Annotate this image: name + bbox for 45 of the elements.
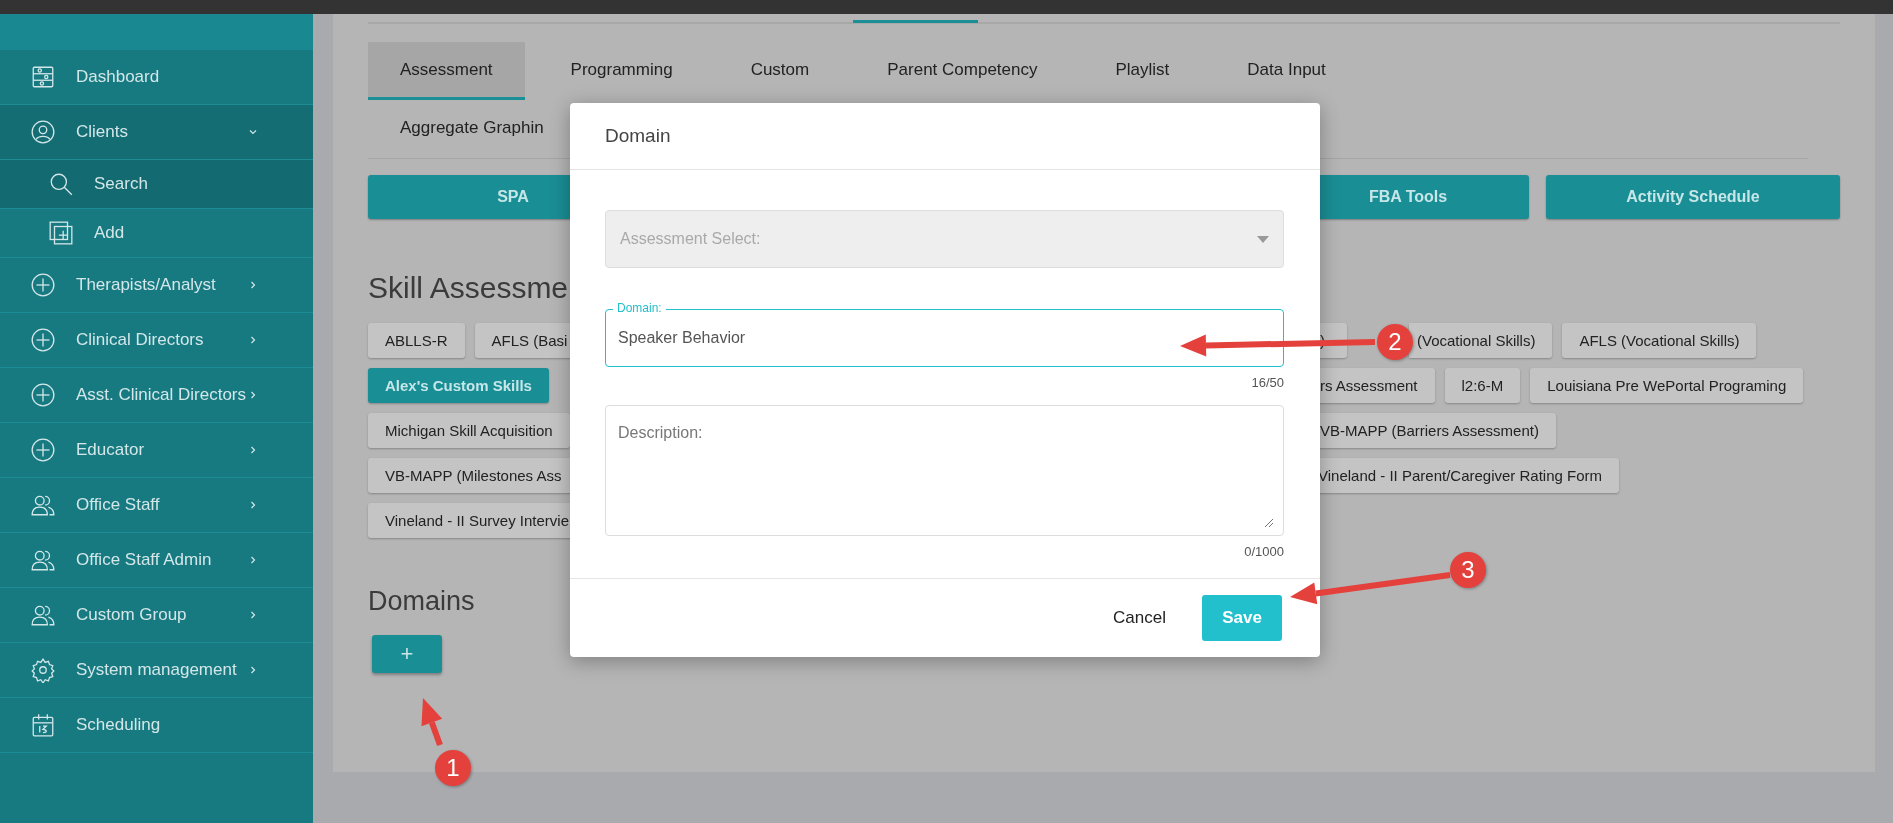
description-field[interactable]: Description: [605,405,1284,536]
tab[interactable]: Parent Competency [855,42,1070,100]
chevron-icon [248,500,258,510]
section-title: Domains [368,586,475,617]
annotation-arrow [421,698,443,747]
chevron-icon [248,555,258,565]
tab[interactable]: Programming [538,42,705,100]
chevron-icon [248,665,258,675]
sidebar-item[interactable]: Clients [0,105,313,160]
tab[interactable]: Playlist [1083,42,1202,100]
user-icon [30,119,56,145]
dashboard-icon [30,64,56,90]
resize-grip-icon [1264,518,1274,528]
chevron-icon [248,280,258,290]
plus-circle-icon [30,272,56,298]
tab[interactable]: Assessment [368,42,525,100]
assessment-chip[interactable]: (Vocational Skills) [1409,323,1553,358]
calendar-icon [30,712,56,738]
field-label: Domain: [613,302,666,315]
assessment-chip[interactable]: l2:6-M [1444,368,1521,403]
search-icon [48,171,74,197]
chevron-icon [248,445,258,455]
assessment-chip[interactable]: Michigan Skill Acquisition [368,413,570,448]
tab[interactable]: Custom [718,42,842,100]
character-counter: 0/1000 [1244,544,1284,560]
character-counter: 16/50 [1251,375,1284,391]
dialog-title: Domain [605,125,671,147]
chevron-icon [248,127,258,137]
sidebar-subitem[interactable]: Add [0,209,313,258]
assessment-chip[interactable]: AFLS (Vocational Skills) [1562,323,1757,358]
assessment-chip[interactable]: Louisiana Pre WePortal Programing [1530,368,1804,403]
plus-circle-icon [30,327,56,353]
chevron-icon [248,610,258,620]
tab[interactable]: Data Input [1215,42,1358,100]
assessment-chip[interactable]: ABLLS-R [368,323,465,358]
sidebar-subitem[interactable]: Search [0,160,313,209]
plus-circle-icon [30,437,56,463]
chevron-icon [248,335,258,345]
gear-icon [30,657,56,683]
add-page-icon [48,220,74,246]
plus-circle-icon [30,382,56,408]
cancel-button[interactable]: Cancel [1107,607,1172,629]
section-title: Skill Assessme [368,271,569,305]
dropdown-caret-icon [1257,235,1269,243]
chevron-icon [248,390,258,400]
